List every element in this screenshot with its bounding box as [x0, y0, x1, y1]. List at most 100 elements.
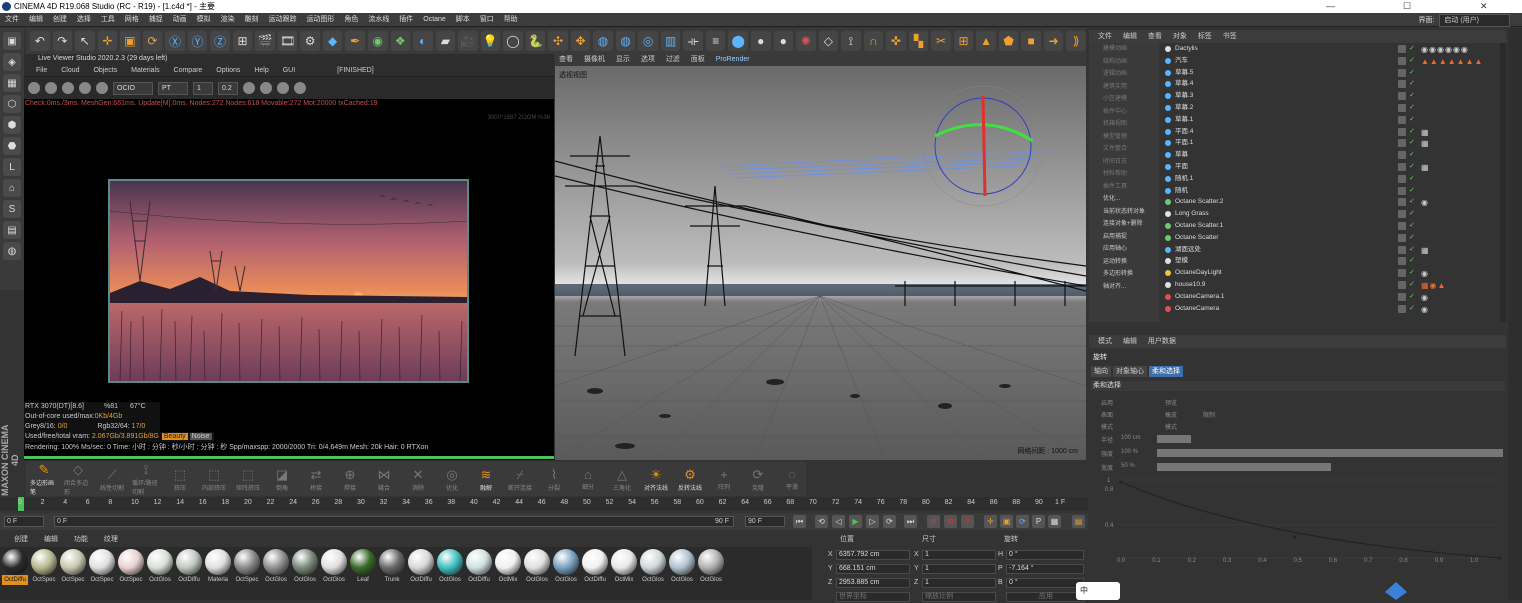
box-icon[interactable]: ▥	[660, 31, 681, 51]
object-row[interactable]: 草幕.3 ✓	[1165, 90, 1500, 102]
size-y-field[interactable]: 1	[922, 564, 996, 574]
menu-window[interactable]: 窗口	[477, 13, 497, 27]
mode-tool-19[interactable]: ⚙ 反转法线	[676, 464, 704, 494]
mode-tool-12[interactable]: ◎ 优化	[438, 464, 466, 494]
lv-menu-help[interactable]: Help	[254, 67, 268, 74]
prev-frame-icon[interactable]: ◁	[832, 515, 845, 528]
visibility-toggle[interactable]	[1398, 68, 1406, 77]
lock-workplane-icon[interactable]: ◍	[3, 242, 21, 260]
bars-icon[interactable]: ≡	[705, 31, 726, 51]
object-row[interactable]: Octane Scatter.1 ✓	[1165, 220, 1500, 232]
object-row[interactable]: 草幕.2 ✓	[1165, 102, 1500, 114]
material-swatch[interactable]: OctDiffu	[176, 549, 202, 587]
rot-b-field[interactable]: 0 °	[1006, 578, 1084, 588]
mode-tool-22[interactable]: ◌ 平滑	[778, 464, 806, 494]
visibility-toggle[interactable]	[1398, 210, 1406, 219]
shortcut-item[interactable]: 逻辑动画	[1089, 68, 1159, 81]
object-row[interactable]: 随机.1 ✓	[1165, 173, 1500, 185]
visibility-toggle[interactable]	[1398, 104, 1406, 112]
particles-icon[interactable]: ✥	[570, 31, 591, 51]
enable-check-icon[interactable]: ✓	[1409, 220, 1415, 232]
om-menu-edit[interactable]: 编辑	[1123, 33, 1137, 40]
pentagon-icon[interactable]: ⬟	[998, 31, 1019, 51]
visibility-toggle[interactable]	[1398, 269, 1406, 278]
visibility-toggle[interactable]	[1398, 304, 1406, 313]
subdivision-icon[interactable]: ◉	[367, 31, 388, 51]
enable-check-icon[interactable]: ✓	[1409, 196, 1415, 208]
shortcut-item[interactable]: 轴对齐...	[1089, 281, 1159, 294]
visibility-toggle[interactable]	[1398, 245, 1406, 254]
material-swatch[interactable]: OctGlos	[669, 549, 695, 587]
enable-check-icon[interactable]: ✓	[1409, 67, 1415, 79]
material-swatch[interactable]: OctGlos	[263, 549, 289, 587]
falloff-graph[interactable]: 1 0.8 0.4 0.0 0.1 0.2 0.3 0.4 0.5 0.6 0.7 0.8 0.9…	[1105, 470, 1505, 570]
sculpt-icon[interactable]: ◇	[818, 31, 839, 51]
workplane-icon[interactable]: ▤	[3, 221, 21, 239]
octane-tex-icon[interactable]: ◎	[638, 31, 658, 51]
mat-menu-create[interactable]: 创建	[14, 536, 28, 543]
shortcut-item[interactable]: 插件中心	[1089, 106, 1159, 119]
mode-tool-2[interactable]: ⟋ 线性切割	[98, 464, 126, 494]
mode-tool-18[interactable]: ☀ 对齐法线	[642, 464, 670, 494]
object-row[interactable]: 平面 ✓ ▦	[1165, 161, 1500, 173]
object-row[interactable]: house10.9 ✓ ▦◉▲	[1165, 279, 1500, 291]
texture-mode-icon[interactable]: ▦	[3, 74, 21, 92]
material-swatch[interactable]: OctSpec	[234, 549, 260, 587]
object-row[interactable]: OctaneDayLight ✓ ◉	[1165, 267, 1500, 279]
grid-tool-icon[interactable]: ⊞	[953, 31, 974, 51]
material-swatch[interactable]: OctDiffu	[2, 549, 28, 587]
key-pla-icon[interactable]: ▦	[1048, 515, 1061, 528]
mode-tool-0[interactable]: ✎ 多边形画笔	[30, 462, 58, 496]
vp-menu-cameras[interactable]: 摄像机	[584, 56, 605, 63]
visibility-toggle[interactable]	[1398, 198, 1406, 207]
make-editable-icon[interactable]: ▣	[3, 32, 21, 50]
material-swatch[interactable]: Materia	[205, 549, 231, 587]
enable-check-icon[interactable]: ✓	[1409, 173, 1415, 185]
shortcut-item[interactable]: 应用轴心	[1089, 243, 1159, 256]
material-swatch[interactable]: OctDiffu	[408, 549, 434, 587]
sphere3-icon[interactable]: ●	[773, 31, 794, 51]
mode-tool-11[interactable]: ✕ 消除	[404, 464, 432, 494]
align-icon[interactable]: ⟛	[683, 31, 703, 51]
visibility-toggle[interactable]	[1398, 163, 1406, 171]
coord-system-icon[interactable]: ⊞	[232, 31, 253, 51]
visibility-toggle[interactable]	[1398, 233, 1406, 242]
snapshot-icon[interactable]	[277, 82, 289, 94]
am-menu-userdata[interactable]: 用户数据	[1148, 338, 1176, 345]
enable-check-icon[interactable]: ✓	[1409, 267, 1415, 279]
enable-check-icon[interactable]: ✓	[1409, 244, 1415, 256]
menu-pipeline[interactable]: 流水线	[365, 13, 392, 27]
material-swatch[interactable]: OctGlos	[524, 549, 550, 587]
object-row[interactable]: OctaneCamera ✓ ◉	[1165, 303, 1500, 315]
move-icon[interactable]: ✛	[97, 31, 118, 51]
material-swatch[interactable]: OctGlos	[321, 549, 347, 587]
close-button[interactable]: ✕	[1480, 0, 1488, 13]
enable-check-icon[interactable]: ✓	[1409, 232, 1415, 244]
python-icon[interactable]: 🐍	[525, 31, 546, 51]
y-axis-icon[interactable]: Ⓨ	[187, 31, 208, 51]
enable-check-icon[interactable]: ✓	[1409, 43, 1415, 55]
rot-h-field[interactable]: 0 °	[1006, 550, 1084, 560]
mode-tool-17[interactable]: △ 三角化	[608, 464, 636, 494]
am-menu-mode[interactable]: 模式	[1098, 338, 1112, 345]
menu-snap[interactable]: 捕捉	[146, 13, 166, 27]
material-swatch[interactable]: OctSpec	[118, 549, 144, 587]
tweak-icon[interactable]: ⌂	[3, 179, 21, 197]
play-icon[interactable]: ▶	[849, 515, 862, 528]
x-axis-icon[interactable]: Ⓧ	[165, 31, 185, 51]
goto-end-icon[interactable]: ⏭	[904, 515, 917, 528]
shortcut-item[interactable]: 机箱视图	[1089, 118, 1159, 131]
layout-value[interactable]: 启动 (用户)	[1439, 14, 1510, 27]
undo-icon[interactable]: ↶	[30, 31, 50, 51]
rot-p-field[interactable]: -7.164 °	[1006, 564, 1084, 574]
om-menu-tags[interactable]: 标签	[1198, 33, 1212, 40]
render-picture-icon[interactable]: 🎞	[277, 31, 298, 51]
auto-key-icon[interactable]: ⊘	[944, 515, 957, 528]
enable-check-icon[interactable]: ✓	[1409, 161, 1415, 173]
vp-menu-options[interactable]: 选项	[641, 56, 655, 63]
lv-menu-cloud[interactable]: Cloud	[61, 67, 79, 74]
camera-icon[interactable]: 🎥	[458, 31, 478, 51]
layout-selector[interactable]: 界面: 启动 (用户)	[1415, 13, 1510, 28]
render-view-icon[interactable]: 🎬	[255, 31, 275, 51]
om-menu-view[interactable]: 查看	[1148, 33, 1162, 40]
